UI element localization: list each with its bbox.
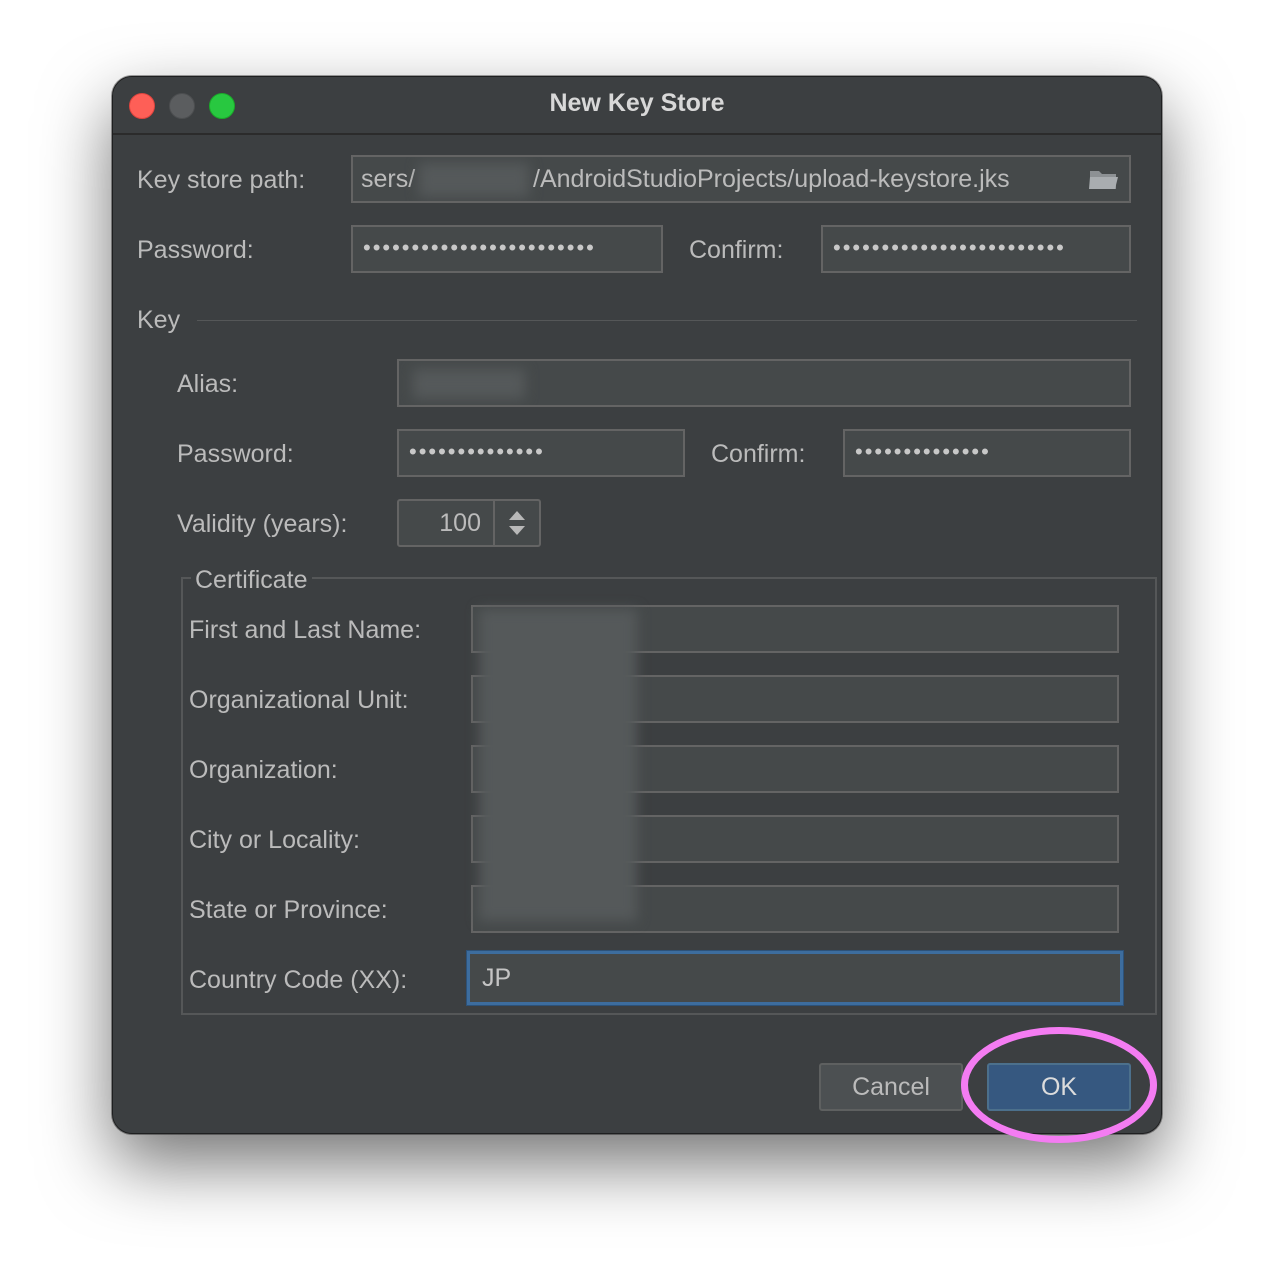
alias-label: Alias: — [177, 370, 239, 398]
alias-field[interactable] — [397, 359, 1131, 407]
keystore-confirm-label: Confirm: — [689, 236, 784, 264]
country-code-value: JP — [482, 964, 512, 992]
redacted-certificate-values — [479, 609, 637, 921]
window-title: New Key Store — [549, 89, 725, 117]
key-confirm-mask: •••••••••••••• — [855, 439, 991, 464]
validity-value: 100 — [439, 509, 481, 537]
certificate-group-title: Certificate — [191, 565, 312, 595]
first-last-name-label: First and Last Name: — [189, 616, 422, 644]
key-store-path-label: Key store path: — [137, 166, 306, 194]
key-confirm-field[interactable]: •••••••••••••• — [843, 429, 1131, 477]
folder-icon[interactable] — [1089, 168, 1119, 190]
redacted-username — [419, 163, 529, 197]
organizational-unit-label: Organizational Unit: — [189, 686, 409, 714]
organization-label: Organization: — [189, 756, 338, 784]
title-bar: New Key Store — [113, 77, 1161, 135]
keystore-confirm-mask: •••••••••••••••••••••••• — [833, 235, 1066, 260]
key-store-path-value-prefix: sers/ — [361, 165, 416, 193]
key-password-label: Password: — [177, 440, 294, 468]
redacted-alias — [413, 369, 525, 399]
validity-spinner[interactable]: 100 — [397, 499, 541, 547]
state-province-label: State or Province: — [189, 896, 388, 924]
keystore-password-label: Password: — [137, 236, 254, 264]
keystore-password-mask: •••••••••••••••••••••••• — [363, 235, 596, 260]
country-code-label: Country Code (XX): — [189, 966, 408, 994]
validity-label: Validity (years): — [177, 510, 348, 538]
keystore-confirm-field[interactable]: •••••••••••••••••••••••• — [821, 225, 1131, 273]
spinner-arrows-icon[interactable] — [493, 501, 539, 545]
country-code-field[interactable]: JP — [467, 951, 1123, 1005]
keystore-password-field[interactable]: •••••••••••••••••••••••• — [351, 225, 663, 273]
key-section-label: Key — [137, 306, 181, 334]
key-confirm-label: Confirm: — [711, 440, 806, 468]
key-store-path-field[interactable]: sers/ /AndroidStudioProjects/upload-keys… — [351, 155, 1131, 203]
key-password-field[interactable]: •••••••••••••• — [397, 429, 685, 477]
key-section-divider — [197, 320, 1137, 321]
cancel-button[interactable]: Cancel — [819, 1063, 963, 1111]
new-key-store-dialog: New Key Store Key store path: sers/ /And… — [112, 76, 1162, 1134]
city-locality-label: City or Locality: — [189, 826, 360, 854]
key-store-path-value-suffix: /AndroidStudioProjects/upload-keystore.j… — [533, 165, 1010, 193]
ok-button-highlight-annotation — [961, 1027, 1157, 1143]
key-password-mask: •••••••••••••• — [409, 439, 545, 464]
